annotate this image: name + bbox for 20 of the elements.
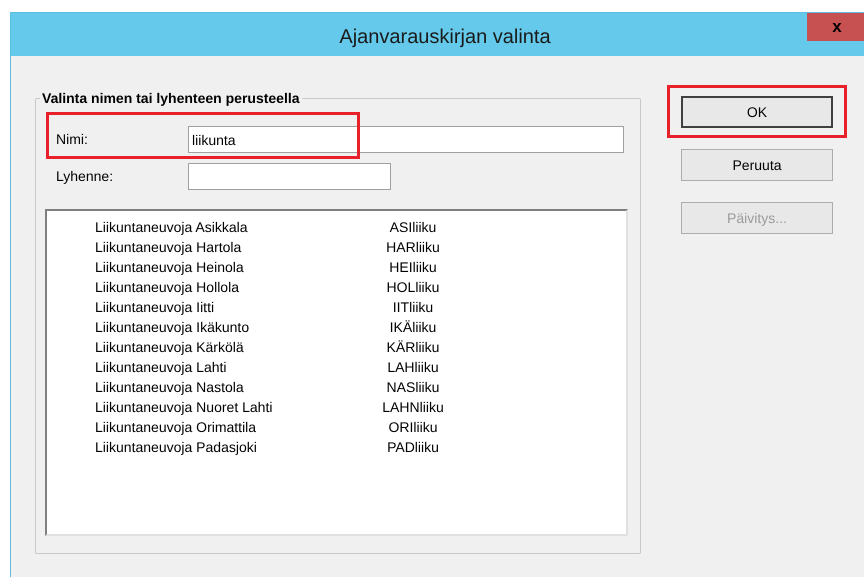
list-item[interactable]: Liikuntaneuvoja Iitti IITliiku xyxy=(47,297,626,317)
list-item[interactable]: Liikuntaneuvoja Nuoret Lahti LAHNliiku xyxy=(47,397,626,417)
dialog-button[interactable]: Peruuta xyxy=(681,149,833,181)
list-item[interactable]: Liikuntaneuvoja Hollola HOLliiku xyxy=(47,277,626,297)
list-item[interactable]: Liikuntaneuvoja Heinola HEIliiku xyxy=(47,257,626,277)
list-item[interactable]: Liikuntaneuvoja Padasjoki PADliiku xyxy=(47,437,626,457)
close-button[interactable]: x xyxy=(807,13,864,41)
window-title: Ajanvarauskirjan valinta xyxy=(339,25,551,50)
list-item[interactable]: Liikuntaneuvoja Ikäkunto IKÄliiku xyxy=(47,317,626,337)
list-item[interactable]: Liikuntaneuvoja Nastola NASliiku xyxy=(47,377,626,397)
text-field[interactable] xyxy=(188,163,391,190)
list-item[interactable]: Liikuntaneuvoja Asikkala ASIliiku xyxy=(47,217,626,237)
field-label: Nimi: xyxy=(56,130,89,149)
list-item[interactable]: Liikuntaneuvoja Kärkölä KÄRliiku xyxy=(47,337,626,357)
list-item[interactable]: Liikuntaneuvoja Orimattila ORIliiku xyxy=(47,417,626,437)
list-item[interactable]: Liikuntaneuvoja Lahti LAHliiku xyxy=(47,357,626,377)
field-label: Lyhenne: xyxy=(56,167,114,186)
text-field[interactable]: liikunta xyxy=(188,126,624,153)
list-item[interactable]: Liikuntaneuvoja Hartola HARliiku xyxy=(47,237,626,257)
dialog-button[interactable]: OK xyxy=(681,96,833,128)
